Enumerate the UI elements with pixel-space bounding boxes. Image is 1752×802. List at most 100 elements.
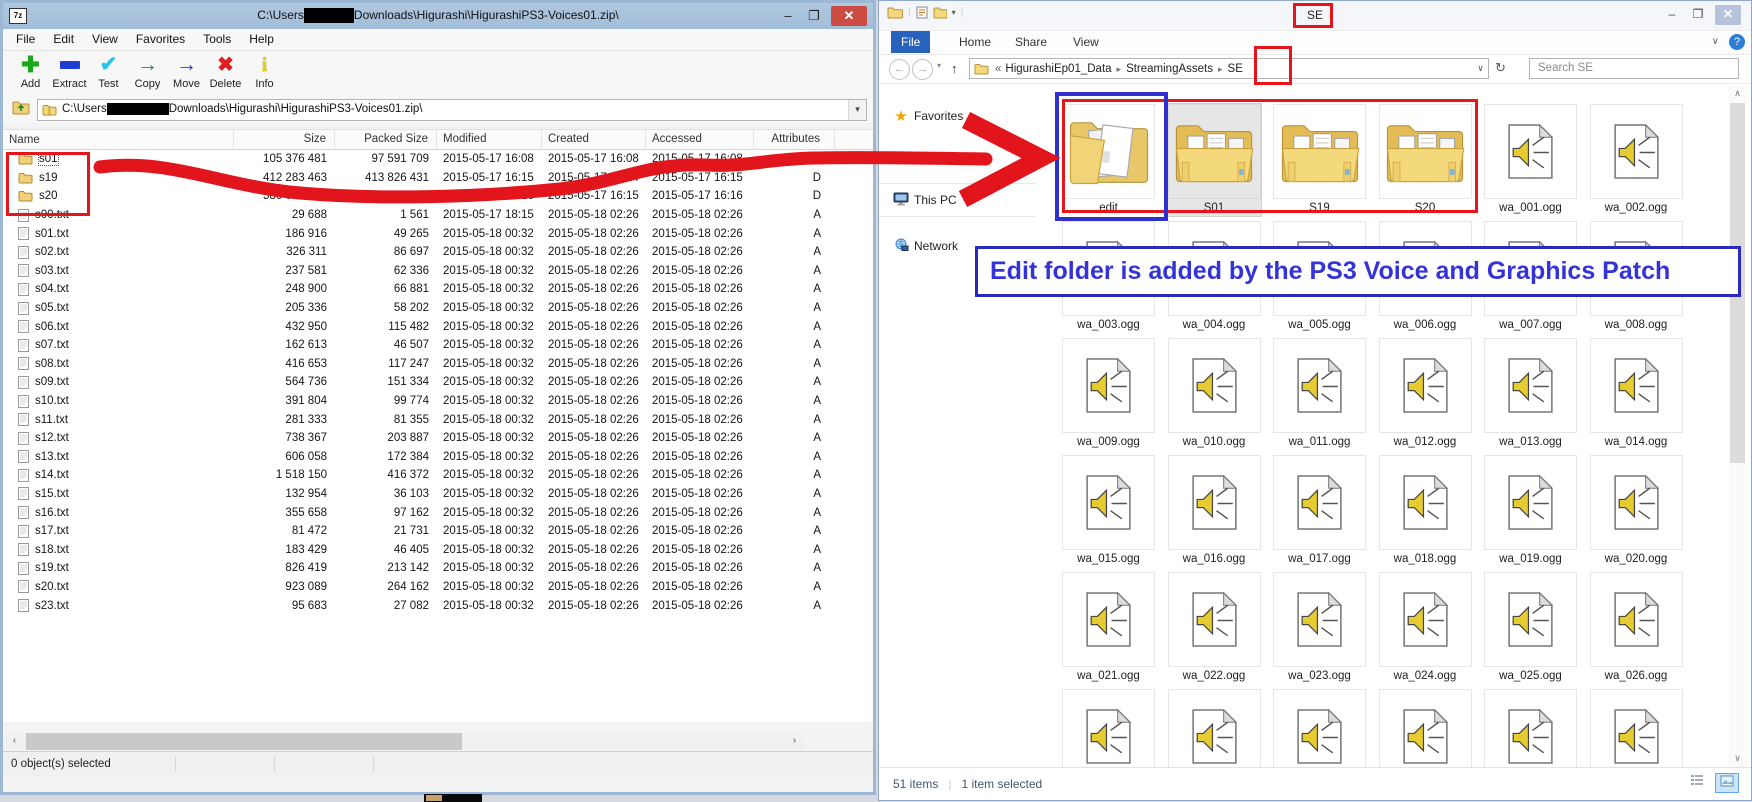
tab-share[interactable]: Share — [1005, 31, 1057, 53]
file-row-s07.txt[interactable]: s07.txt162 61346 5072015-05-18 00:322015… — [3, 336, 873, 355]
tab-file[interactable]: File — [891, 31, 930, 53]
file-row-s13.txt[interactable]: s13.txt606 058172 3842015-05-18 00:32201… — [3, 448, 873, 467]
grid-tile-wa_015.ogg[interactable]: wa_015.ogg — [1062, 455, 1155, 567]
grid-tile[interactable] — [1379, 689, 1472, 769]
grid-tile-wa_014.ogg[interactable]: wa_014.ogg — [1590, 338, 1683, 450]
grid-tile-wa_009.ogg[interactable]: wa_009.ogg — [1062, 338, 1155, 450]
grid-tile-wa_018.ogg[interactable]: wa_018.ogg — [1379, 455, 1472, 567]
thumbnail-view-button[interactable] — [1715, 773, 1739, 793]
file-row-s11.txt[interactable]: s11.txt281 33381 3552015-05-18 00:322015… — [3, 410, 873, 429]
column-headers[interactable]: NameSizePacked SizeModifiedCreatedAccess… — [3, 129, 873, 150]
file-row-s01.txt[interactable]: s01.txt186 91649 2652015-05-18 00:322015… — [3, 224, 873, 243]
grid-tile-wa_019.ogg[interactable]: wa_019.ogg — [1484, 455, 1577, 567]
file-row-s09.txt[interactable]: s09.txt564 736151 3342015-05-18 00:32201… — [3, 373, 873, 392]
grid-tile-wa_007.ogg[interactable]: wa_007.ogg — [1484, 221, 1577, 333]
grid-tile-wa_025.ogg[interactable]: wa_025.ogg — [1484, 572, 1577, 684]
file-row-s23.txt[interactable]: s23.txt95 68327 0822015-05-18 00:322015-… — [3, 596, 873, 615]
grid-tile-wa_017.ogg[interactable]: wa_017.ogg — [1273, 455, 1366, 567]
column-header-packed-size[interactable]: Packed Size — [335, 130, 437, 149]
grid-tile[interactable] — [1590, 689, 1683, 769]
column-header-size[interactable]: Size — [234, 130, 335, 149]
file-row-s03.txt[interactable]: s03.txt237 58162 3362015-05-18 00:322015… — [3, 262, 873, 281]
menu-tools[interactable]: Tools — [194, 29, 240, 46]
help-icon[interactable]: ? — [1729, 34, 1745, 50]
tab-home[interactable]: Home — [949, 31, 1001, 53]
details-view-button[interactable] — [1685, 773, 1709, 793]
scrollbar-thumb[interactable] — [26, 733, 462, 750]
file-row-s12.txt[interactable]: s12.txt738 367203 8872015-05-18 00:32201… — [3, 429, 873, 448]
test-button[interactable]: ✔Test — [89, 51, 128, 96]
column-header-name[interactable]: Name — [3, 130, 234, 149]
menu-file[interactable]: File — [7, 29, 44, 46]
column-header-created[interactable]: Created — [542, 130, 646, 149]
copy-button[interactable]: →Copy — [128, 51, 167, 96]
grid-tile-wa_003.ogg[interactable]: wa_003.ogg — [1062, 221, 1155, 333]
grid-tile[interactable] — [1168, 689, 1261, 769]
grid-tile-wa_012.ogg[interactable]: wa_012.ogg — [1379, 338, 1472, 450]
menu-favorites[interactable]: Favorites — [127, 29, 194, 46]
move-button[interactable]: →Move — [167, 51, 206, 96]
horizontal-scrollbar[interactable]: ‹ › — [6, 733, 803, 750]
grid-tile-wa_002.ogg[interactable]: wa_002.ogg — [1590, 104, 1683, 216]
sevenzip-titlebar[interactable]: 7z C:\UsersDownloads\Higurashi\Higurashi… — [3, 3, 873, 29]
file-row-s10.txt[interactable]: s10.txt391 80499 7742015-05-18 00:322015… — [3, 392, 873, 411]
history-dropdown-icon[interactable]: ▾ — [937, 61, 941, 70]
column-header-accessed[interactable]: Accessed — [646, 130, 754, 149]
grid-tile-S01[interactable]: S01 — [1168, 104, 1261, 216]
minimize-button[interactable]: – — [775, 6, 801, 26]
grid-tile-S19[interactable]: S19 — [1273, 104, 1366, 216]
close-button[interactable]: ✕ — [1715, 5, 1741, 25]
grid-tile-wa_020.ogg[interactable]: wa_020.ogg — [1590, 455, 1683, 567]
add-button[interactable]: ✚Add — [11, 51, 50, 96]
grid-tile-wa_021.ogg[interactable]: wa_021.ogg — [1062, 572, 1155, 684]
grid-tile-wa_023.ogg[interactable]: wa_023.ogg — [1273, 572, 1366, 684]
grid-tile[interactable] — [1273, 689, 1366, 769]
grid-tile[interactable] — [1062, 689, 1155, 769]
grid-tile-wa_008.ogg[interactable]: wa_008.ogg — [1590, 221, 1683, 333]
forward-icon[interactable]: → — [912, 59, 933, 80]
extract-button[interactable]: Extract — [50, 51, 89, 96]
up-folder-icon[interactable] — [9, 100, 33, 120]
file-row-s08.txt[interactable]: s08.txt416 653117 2472015-05-18 00:32201… — [3, 355, 873, 374]
file-row-s00.txt[interactable]: s00.txt29 6881 5612015-05-17 18:152015-0… — [3, 206, 873, 225]
delete-button[interactable]: ✖Delete — [206, 51, 245, 96]
grid-tile-S20[interactable]: S20 — [1379, 104, 1472, 216]
grid-tile-wa_006.ogg[interactable]: wa_006.ogg — [1379, 221, 1472, 333]
grid-tile-wa_004.ogg[interactable]: wa_004.ogg — [1168, 221, 1261, 333]
grid-tile-wa_013.ogg[interactable]: wa_013.ogg — [1484, 338, 1577, 450]
sidebar-item-homegroup[interactable]: Homegroup — [879, 147, 1041, 169]
grid-tile-wa_011.ogg[interactable]: wa_011.ogg — [1273, 338, 1366, 450]
up-icon[interactable]: ↑ — [951, 61, 958, 76]
menu-view[interactable]: View — [83, 29, 127, 46]
grid-tile-wa_010.ogg[interactable]: wa_010.ogg — [1168, 338, 1261, 450]
sidebar-item-network[interactable]: Network — [879, 235, 1041, 257]
file-row-s19.txt[interactable]: s19.txt826 419213 1422015-05-18 00:32201… — [3, 559, 873, 578]
scroll-down-icon[interactable]: ∨ — [1729, 750, 1746, 767]
grid-tile-wa_022.ogg[interactable]: wa_022.ogg — [1168, 572, 1261, 684]
grid-tile-wa_024.ogg[interactable]: wa_024.ogg — [1379, 572, 1472, 684]
maximize-button[interactable]: ❐ — [801, 6, 827, 26]
sidebar-item-this-pc[interactable]: This PC — [879, 189, 1041, 211]
info-button[interactable]: iInfo — [245, 51, 284, 96]
scroll-right-icon[interactable]: › — [786, 733, 803, 750]
close-button[interactable]: ✕ — [831, 6, 867, 26]
grid-tile-wa_001.ogg[interactable]: wa_001.ogg — [1484, 104, 1577, 216]
column-header-attributes[interactable]: Attributes — [754, 130, 835, 149]
file-row-s19[interactable]: s19412 283 463413 826 4312015-05-17 16:1… — [3, 169, 873, 188]
file-row-s17.txt[interactable]: s17.txt81 47221 7312015-05-18 00:322015-… — [3, 522, 873, 541]
grid-tile-wa_016.ogg[interactable]: wa_016.ogg — [1168, 455, 1261, 567]
file-row-s20.txt[interactable]: s20.txt923 089264 1622015-05-18 00:32201… — [3, 578, 873, 597]
scroll-up-icon[interactable]: ∧ — [1729, 85, 1746, 102]
grid-tile-edit[interactable]: edit — [1062, 104, 1155, 216]
menu-help[interactable]: Help — [240, 29, 283, 46]
file-row-s18.txt[interactable]: s18.txt183 42946 4052015-05-18 00:322015… — [3, 540, 873, 559]
sidebar-item-favorites[interactable]: ★Favorites — [879, 105, 1041, 127]
address-dropdown-icon[interactable]: ▾ — [848, 100, 866, 120]
sevenzip-address-input[interactable]: C:\UsersDownloads\Higurashi\HigurashiPS3… — [37, 99, 867, 121]
file-row-s05.txt[interactable]: s05.txt205 33658 2022015-05-18 00:322015… — [3, 299, 873, 318]
back-icon[interactable]: ← — [889, 59, 910, 80]
file-row-s16.txt[interactable]: s16.txt355 65897 1622015-05-18 00:322015… — [3, 503, 873, 522]
scrollbar-thumb[interactable] — [1730, 103, 1745, 463]
column-header-modified[interactable]: Modified — [437, 130, 542, 149]
breadcrumb-overflow-icon[interactable]: « — [995, 63, 1001, 75]
